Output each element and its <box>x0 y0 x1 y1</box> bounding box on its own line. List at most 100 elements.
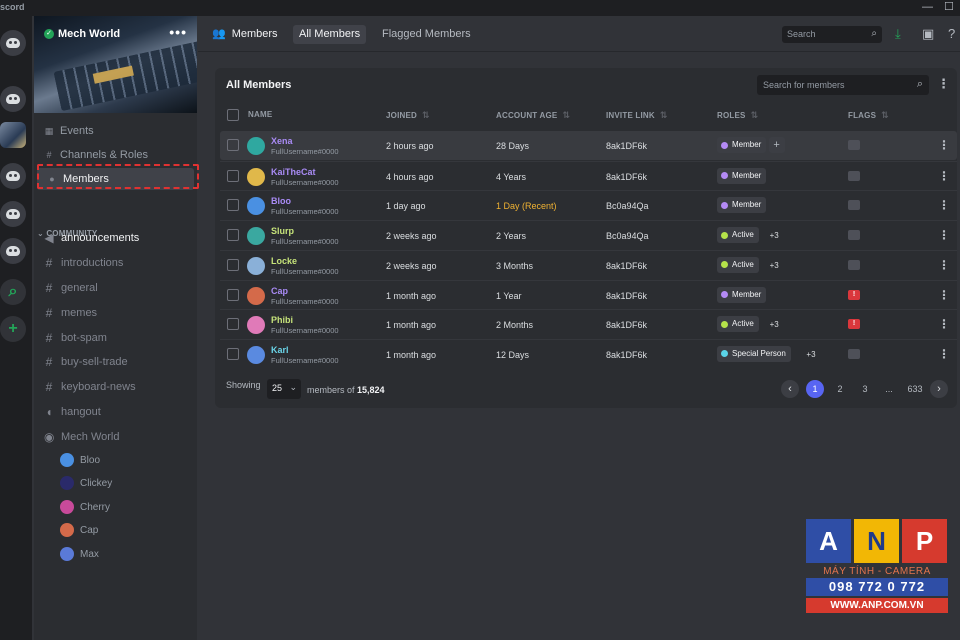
voice-user[interactable]: Bloo <box>60 450 100 470</box>
row-checkbox[interactable] <box>227 258 239 271</box>
role-badge[interactable]: Active <box>717 316 759 333</box>
flag-empty-icon[interactable] <box>848 170 860 181</box>
select-all-checkbox[interactable] <box>227 109 239 121</box>
row-menu-icon[interactable]: ⋮ <box>938 138 950 152</box>
extra-roles-count[interactable]: +3 <box>770 261 779 270</box>
member-name[interactable]: Slurp <box>271 226 294 236</box>
flag-empty-icon[interactable] <box>848 348 860 359</box>
member-name[interactable]: Locke <box>271 256 297 266</box>
extra-roles-count[interactable]: +3 <box>806 350 815 359</box>
member-name[interactable]: Karl <box>271 345 289 355</box>
row-menu-icon[interactable]: ⋮ <box>938 198 950 212</box>
role-badge[interactable]: Member <box>717 286 767 303</box>
member-name[interactable]: Bloo <box>271 196 291 206</box>
row-menu-icon[interactable]: ⋮ <box>938 258 950 272</box>
extra-roles-count[interactable]: +3 <box>770 231 779 240</box>
row-checkbox[interactable] <box>227 288 239 301</box>
nav-channels-roles[interactable]: # Channels & Roles <box>34 144 197 166</box>
next-page-button[interactable]: › <box>930 380 948 398</box>
row-checkbox[interactable] <box>227 318 239 331</box>
table-row[interactable]: Bloo FullUsername#0000 1 day ago 1 Day (Rec… <box>220 190 957 219</box>
server-discord-icon[interactable] <box>0 201 26 227</box>
row-checkbox[interactable] <box>227 139 239 151</box>
voice-user[interactable]: Max <box>60 544 99 564</box>
server-discord-icon[interactable] <box>0 86 26 112</box>
member-name[interactable]: Cap <box>271 286 288 296</box>
role-badge[interactable]: Member <box>717 167 767 184</box>
column-flags[interactable]: FLAGS ⇅ <box>848 110 889 121</box>
column-roles[interactable]: ROLES ⇅ <box>717 110 758 121</box>
download-icon[interactable]: ⤓ <box>895 26 901 42</box>
channel-item[interactable]: ◀ announcements <box>34 228 197 248</box>
channel-item[interactable]: # general <box>34 278 197 298</box>
server-header[interactable]: ✓ Mech World <box>44 28 120 40</box>
minimize-button[interactable]: — <box>922 0 933 14</box>
row-menu-icon[interactable]: ⋮ <box>938 169 950 183</box>
help-icon[interactable]: ? <box>948 26 955 41</box>
add-server-icon[interactable]: + <box>0 316 26 342</box>
table-row[interactable]: Phibi FullUsername#0000 1 month ago 2 Month… <box>220 309 957 338</box>
table-row[interactable]: Karl FullUsername#0000 1 month ago 12 Days 8… <box>220 338 957 368</box>
table-row[interactable]: Slurp FullUsername#0000 2 weeks ago 2 Years… <box>220 220 957 249</box>
page-size-select[interactable]: 25 ⌄ <box>267 379 301 399</box>
tab-flagged-members[interactable]: Flagged Members <box>376 25 477 44</box>
channel-item[interactable]: # introductions <box>34 253 197 273</box>
row-checkbox[interactable] <box>227 347 239 360</box>
extra-roles-count[interactable]: +3 <box>770 320 779 329</box>
row-menu-icon[interactable]: ⋮ <box>938 317 950 331</box>
column-joined[interactable]: JOINED ⇅ <box>386 110 430 121</box>
flag-empty-icon[interactable] <box>848 200 860 211</box>
role-badge[interactable]: Member <box>717 137 767 153</box>
flag-empty-icon[interactable] <box>848 230 860 241</box>
tab-all-members[interactable]: All Members <box>293 25 367 44</box>
channel-item[interactable]: # memes <box>34 303 197 323</box>
column-invite-link[interactable]: INVITE LINK ⇅ <box>606 110 668 121</box>
row-checkbox[interactable] <box>227 199 239 212</box>
role-badge[interactable]: Active <box>717 256 759 273</box>
channel-item[interactable]: ◉ Mech World <box>34 427 197 447</box>
prev-page-button[interactable]: ‹ <box>781 380 799 398</box>
row-menu-icon[interactable]: ⋮ <box>938 347 950 361</box>
maximize-button[interactable]: ☐ <box>944 0 954 14</box>
channel-item[interactable]: # keyboard-news <box>34 377 197 397</box>
flag-empty-icon[interactable] <box>848 140 860 150</box>
voice-user[interactable]: Cherry <box>60 497 110 517</box>
role-badge[interactable]: Active <box>717 227 759 244</box>
channel-item[interactable]: # bot-spam <box>34 328 197 348</box>
row-menu-icon[interactable]: ⋮ <box>938 288 950 302</box>
row-menu-icon[interactable]: ⋮ <box>938 228 950 242</box>
role-badge[interactable]: Member <box>717 197 767 214</box>
home-discord-icon[interactable] <box>0 30 26 56</box>
voice-user[interactable]: Cap <box>60 520 98 540</box>
role-badge[interactable]: Special Person <box>717 345 791 362</box>
table-row[interactable]: KaiTheCat FullUsername#0000 4 hours ago 4 Y… <box>220 160 957 190</box>
channel-item[interactable]: # buy-sell-trade <box>34 352 197 372</box>
mech-world-server-icon[interactable] <box>0 122 26 148</box>
member-search-input[interactable]: Search for members ⌕ <box>757 75 929 95</box>
voice-user[interactable]: Clickey <box>60 473 112 493</box>
inbox-icon[interactable]: ▣ <box>922 26 934 42</box>
add-role-button[interactable]: + <box>768 137 785 153</box>
server-discord-icon[interactable] <box>0 163 26 189</box>
member-name[interactable]: KaiTheCat <box>271 167 316 177</box>
channel-item[interactable]: ◖ hangout <box>34 402 197 422</box>
header-search-input[interactable]: Search ⌕ <box>782 26 882 43</box>
server-discord-icon[interactable] <box>0 238 26 264</box>
member-name[interactable]: Phibi <box>271 315 293 325</box>
table-row[interactable]: Cap FullUsername#0000 1 month ago 1 Year 8ak… <box>220 279 957 309</box>
flag-alert-icon[interactable]: ! <box>848 289 860 300</box>
server-menu-icon[interactable]: ••• <box>169 24 187 40</box>
page-1-button[interactable]: 1 <box>806 380 824 398</box>
page-3-button[interactable]: 3 <box>856 380 874 398</box>
page-last-button[interactable]: 633 <box>904 380 926 398</box>
table-row[interactable]: Locke FullUsername#0000 2 weeks ago 3 Month… <box>220 249 957 279</box>
table-row[interactable]: Xena FullUsername#0000 2 hours ago 28 Days 8… <box>220 131 957 160</box>
nav-events[interactable]: ▦ Events <box>34 120 197 142</box>
column-account-age[interactable]: ACCOUNT AGE ⇅ <box>496 110 570 121</box>
member-name[interactable]: Xena <box>271 136 293 146</box>
more-options-icon[interactable]: ⋮ <box>937 76 950 92</box>
page-2-button[interactable]: 2 <box>831 380 849 398</box>
row-checkbox[interactable] <box>227 229 239 242</box>
discover-icon[interactable]: ⌕ <box>0 279 26 305</box>
flag-empty-icon[interactable] <box>848 259 860 270</box>
